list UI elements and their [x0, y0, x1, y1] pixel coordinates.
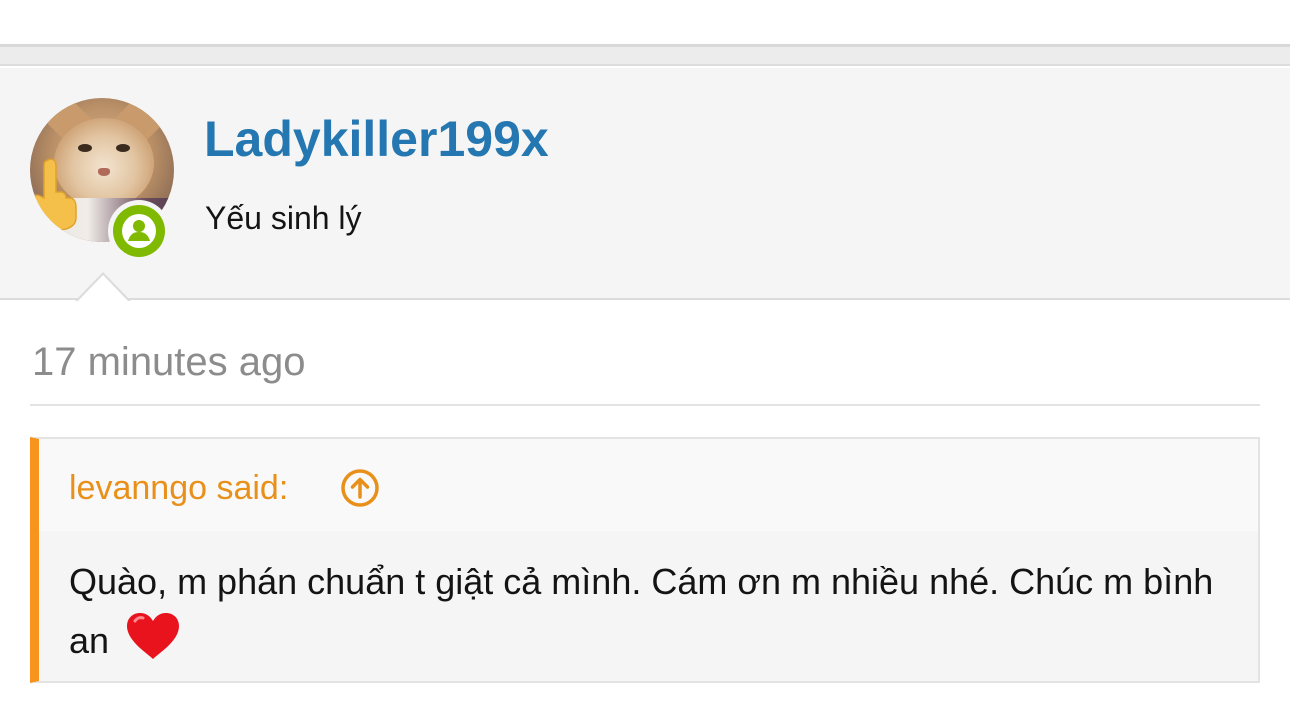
section-gap [0, 47, 1290, 66]
user-icon [122, 214, 156, 248]
top-strip [0, 0, 1290, 45]
avatar-eye-left [78, 144, 92, 152]
avatar-nose [98, 168, 110, 176]
user-title: Yếu sinh lý [205, 200, 362, 236]
quote-author[interactable]: levanngo said: [69, 469, 288, 508]
timestamp-divider [30, 404, 1260, 406]
quote-block: levanngo said: Quào, m phán chuẩn t giật… [30, 437, 1260, 683]
arrow-up-circle-icon[interactable] [340, 468, 380, 508]
quote-body: Quào, m phán chuẩn t giật cả mình. Cám ơ… [69, 553, 1239, 670]
quote-body-text: Quào, m phán chuẩn t giật cả mình. Cám ơ… [69, 561, 1214, 661]
avatar-eye-right [116, 144, 130, 152]
heart-icon [127, 613, 180, 659]
post-timestamp[interactable]: 17 minutes ago [32, 340, 306, 385]
middle-finger-icon [30, 158, 78, 241]
quote-header: levanngo said: [39, 439, 1258, 531]
online-status-badge [108, 200, 170, 262]
post-user-header: Ladykiller199x Yếu sinh lý [0, 68, 1290, 300]
username-link[interactable]: Ladykiller199x [204, 110, 549, 168]
